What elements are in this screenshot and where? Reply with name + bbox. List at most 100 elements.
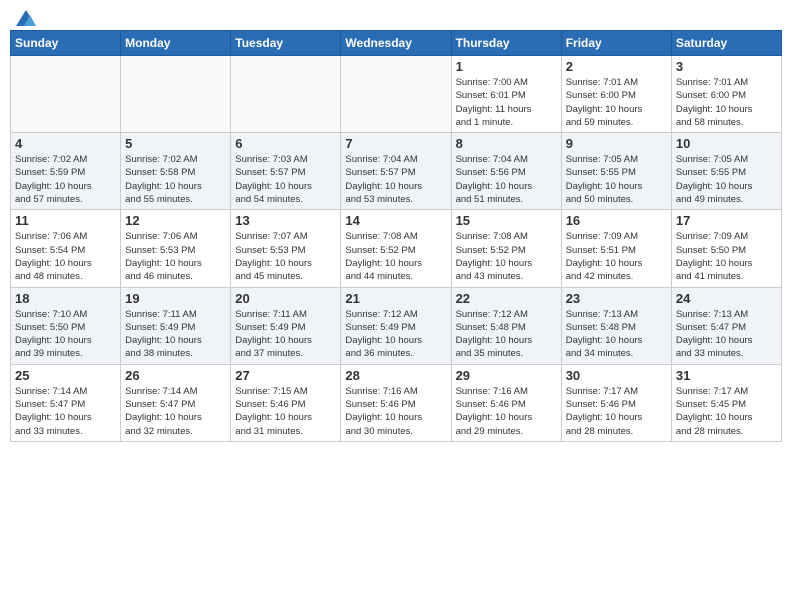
day-number: 9 — [566, 136, 667, 151]
day-info: Sunrise: 7:14 AM Sunset: 5:47 PM Dayligh… — [15, 385, 116, 438]
day-info: Sunrise: 7:16 AM Sunset: 5:46 PM Dayligh… — [456, 385, 557, 438]
day-number: 1 — [456, 59, 557, 74]
day-number: 8 — [456, 136, 557, 151]
calendar-week-2: 4 Sunrise: 7:02 AM Sunset: 5:59 PM Daylig… — [11, 133, 782, 210]
day-number: 13 — [235, 213, 336, 228]
day-number: 30 — [566, 368, 667, 383]
calendar-cell: 15 Sunrise: 7:08 AM Sunset: 5:52 PM Dayli… — [451, 210, 561, 287]
calendar-cell: 14Sunrise: 7:08 AM Sunset: 5:52 PM Dayli… — [341, 210, 451, 287]
day-info: Sunrise: 7:06 AM Sunset: 5:53 PM Dayligh… — [125, 230, 226, 283]
calendar-cell: 3Sunrise: 7:01 AM Sunset: 6:00 PM Daylig… — [671, 56, 781, 133]
calendar-cell: 30 Sunrise: 7:17 AM Sunset: 5:46 PM Dayli… — [561, 364, 671, 441]
calendar-cell: 31 Sunrise: 7:17 AM Sunset: 5:45 PM Dayli… — [671, 364, 781, 441]
day-number: 20 — [235, 291, 336, 306]
day-number: 12 — [125, 213, 226, 228]
day-number: 5 — [125, 136, 226, 151]
day-info: Sunrise: 7:01 AM Sunset: 6:00 PM Dayligh… — [566, 76, 667, 129]
calendar-cell: 6 Sunrise: 7:03 AM Sunset: 5:57 PM Daylig… — [231, 133, 341, 210]
calendar-cell — [121, 56, 231, 133]
calendar-cell: 4 Sunrise: 7:02 AM Sunset: 5:59 PM Daylig… — [11, 133, 121, 210]
day-number: 25 — [15, 368, 116, 383]
day-info: Sunrise: 7:13 AM Sunset: 5:47 PM Dayligh… — [676, 308, 777, 361]
day-number: 23 — [566, 291, 667, 306]
calendar-week-4: 18 Sunrise: 7:10 AM Sunset: 5:50 PM Dayli… — [11, 287, 782, 364]
day-number: 22 — [456, 291, 557, 306]
day-info: Sunrise: 7:12 AM Sunset: 5:49 PM Dayligh… — [345, 308, 446, 361]
calendar-cell: 24 Sunrise: 7:13 AM Sunset: 5:47 PM Dayli… — [671, 287, 781, 364]
day-info: Sunrise: 7:13 AM Sunset: 5:48 PM Dayligh… — [566, 308, 667, 361]
day-info: Sunrise: 7:11 AM Sunset: 5:49 PM Dayligh… — [235, 308, 336, 361]
day-number: 6 — [235, 136, 336, 151]
day-info: Sunrise: 7:05 AM Sunset: 5:55 PM Dayligh… — [566, 153, 667, 206]
calendar-cell: 28 Sunrise: 7:16 AM Sunset: 5:46 PM Dayli… — [341, 364, 451, 441]
day-info: Sunrise: 7:02 AM Sunset: 5:58 PM Dayligh… — [125, 153, 226, 206]
day-info: Sunrise: 7:17 AM Sunset: 5:45 PM Dayligh… — [676, 385, 777, 438]
calendar-cell: 18 Sunrise: 7:10 AM Sunset: 5:50 PM Dayli… — [11, 287, 121, 364]
calendar-week-5: 25 Sunrise: 7:14 AM Sunset: 5:47 PM Dayli… — [11, 364, 782, 441]
day-number: 7 — [345, 136, 446, 151]
day-number: 27 — [235, 368, 336, 383]
day-info: Sunrise: 7:15 AM Sunset: 5:46 PM Dayligh… — [235, 385, 336, 438]
calendar-cell: 19 Sunrise: 7:11 AM Sunset: 5:49 PM Dayli… — [121, 287, 231, 364]
day-header-friday: Friday — [561, 31, 671, 56]
day-number: 21 — [345, 291, 446, 306]
calendar-header-row: SundayMondayTuesdayWednesdayThursdayFrid… — [11, 31, 782, 56]
day-number: 15 — [456, 213, 557, 228]
day-number: 26 — [125, 368, 226, 383]
calendar-cell: 26 Sunrise: 7:14 AM Sunset: 5:47 PM Dayli… — [121, 364, 231, 441]
day-number: 2 — [566, 59, 667, 74]
calendar-table: SundayMondayTuesdayWednesdayThursdayFrid… — [10, 30, 782, 442]
calendar-cell: 27 Sunrise: 7:15 AM Sunset: 5:46 PM Dayli… — [231, 364, 341, 441]
calendar-week-1: 1Sunrise: 7:00 AM Sunset: 6:01 PM Daylig… — [11, 56, 782, 133]
calendar-cell: 10Sunrise: 7:05 AM Sunset: 5:55 PM Dayli… — [671, 133, 781, 210]
calendar-cell: 5 Sunrise: 7:02 AM Sunset: 5:58 PM Daylig… — [121, 133, 231, 210]
calendar-cell: 12 Sunrise: 7:06 AM Sunset: 5:53 PM Dayli… — [121, 210, 231, 287]
day-header-saturday: Saturday — [671, 31, 781, 56]
calendar-cell: 17 Sunrise: 7:09 AM Sunset: 5:50 PM Dayli… — [671, 210, 781, 287]
day-header-monday: Monday — [121, 31, 231, 56]
day-info: Sunrise: 7:04 AM Sunset: 5:56 PM Dayligh… — [456, 153, 557, 206]
day-number: 28 — [345, 368, 446, 383]
calendar-cell: 29 Sunrise: 7:16 AM Sunset: 5:46 PM Dayli… — [451, 364, 561, 441]
day-info: Sunrise: 7:16 AM Sunset: 5:46 PM Dayligh… — [345, 385, 446, 438]
calendar-cell: 25 Sunrise: 7:14 AM Sunset: 5:47 PM Dayli… — [11, 364, 121, 441]
day-info: Sunrise: 7:10 AM Sunset: 5:50 PM Dayligh… — [15, 308, 116, 361]
day-info: Sunrise: 7:14 AM Sunset: 5:47 PM Dayligh… — [125, 385, 226, 438]
day-info: Sunrise: 7:11 AM Sunset: 5:49 PM Dayligh… — [125, 308, 226, 361]
day-info: Sunrise: 7:01 AM Sunset: 6:00 PM Dayligh… — [676, 76, 777, 129]
day-number: 31 — [676, 368, 777, 383]
calendar-week-3: 11Sunrise: 7:06 AM Sunset: 5:54 PM Dayli… — [11, 210, 782, 287]
day-header-thursday: Thursday — [451, 31, 561, 56]
calendar-cell: 8 Sunrise: 7:04 AM Sunset: 5:56 PM Daylig… — [451, 133, 561, 210]
day-number: 29 — [456, 368, 557, 383]
calendar-cell: 1Sunrise: 7:00 AM Sunset: 6:01 PM Daylig… — [451, 56, 561, 133]
calendar-cell: 21 Sunrise: 7:12 AM Sunset: 5:49 PM Dayli… — [341, 287, 451, 364]
calendar-cell: 20 Sunrise: 7:11 AM Sunset: 5:49 PM Dayli… — [231, 287, 341, 364]
day-header-wednesday: Wednesday — [341, 31, 451, 56]
day-number: 4 — [15, 136, 116, 151]
logo — [14, 10, 36, 22]
day-number: 19 — [125, 291, 226, 306]
calendar-cell: 9 Sunrise: 7:05 AM Sunset: 5:55 PM Daylig… — [561, 133, 671, 210]
page-header — [10, 10, 782, 22]
day-info: Sunrise: 7:04 AM Sunset: 5:57 PM Dayligh… — [345, 153, 446, 206]
calendar-cell: 13 Sunrise: 7:07 AM Sunset: 5:53 PM Dayli… — [231, 210, 341, 287]
day-info: Sunrise: 7:08 AM Sunset: 5:52 PM Dayligh… — [345, 230, 446, 283]
calendar-cell: 11Sunrise: 7:06 AM Sunset: 5:54 PM Dayli… — [11, 210, 121, 287]
calendar-cell — [341, 56, 451, 133]
day-number: 10 — [676, 136, 777, 151]
day-info: Sunrise: 7:08 AM Sunset: 5:52 PM Dayligh… — [456, 230, 557, 283]
day-info: Sunrise: 7:09 AM Sunset: 5:50 PM Dayligh… — [676, 230, 777, 283]
calendar-cell — [231, 56, 341, 133]
day-info: Sunrise: 7:17 AM Sunset: 5:46 PM Dayligh… — [566, 385, 667, 438]
day-number: 18 — [15, 291, 116, 306]
day-info: Sunrise: 7:03 AM Sunset: 5:57 PM Dayligh… — [235, 153, 336, 206]
day-info: Sunrise: 7:12 AM Sunset: 5:48 PM Dayligh… — [456, 308, 557, 361]
day-number: 17 — [676, 213, 777, 228]
day-number: 24 — [676, 291, 777, 306]
calendar-cell: 23 Sunrise: 7:13 AM Sunset: 5:48 PM Dayli… — [561, 287, 671, 364]
day-info: Sunrise: 7:06 AM Sunset: 5:54 PM Dayligh… — [15, 230, 116, 283]
day-info: Sunrise: 7:02 AM Sunset: 5:59 PM Dayligh… — [15, 153, 116, 206]
calendar-cell: 16Sunrise: 7:09 AM Sunset: 5:51 PM Dayli… — [561, 210, 671, 287]
day-info: Sunrise: 7:07 AM Sunset: 5:53 PM Dayligh… — [235, 230, 336, 283]
